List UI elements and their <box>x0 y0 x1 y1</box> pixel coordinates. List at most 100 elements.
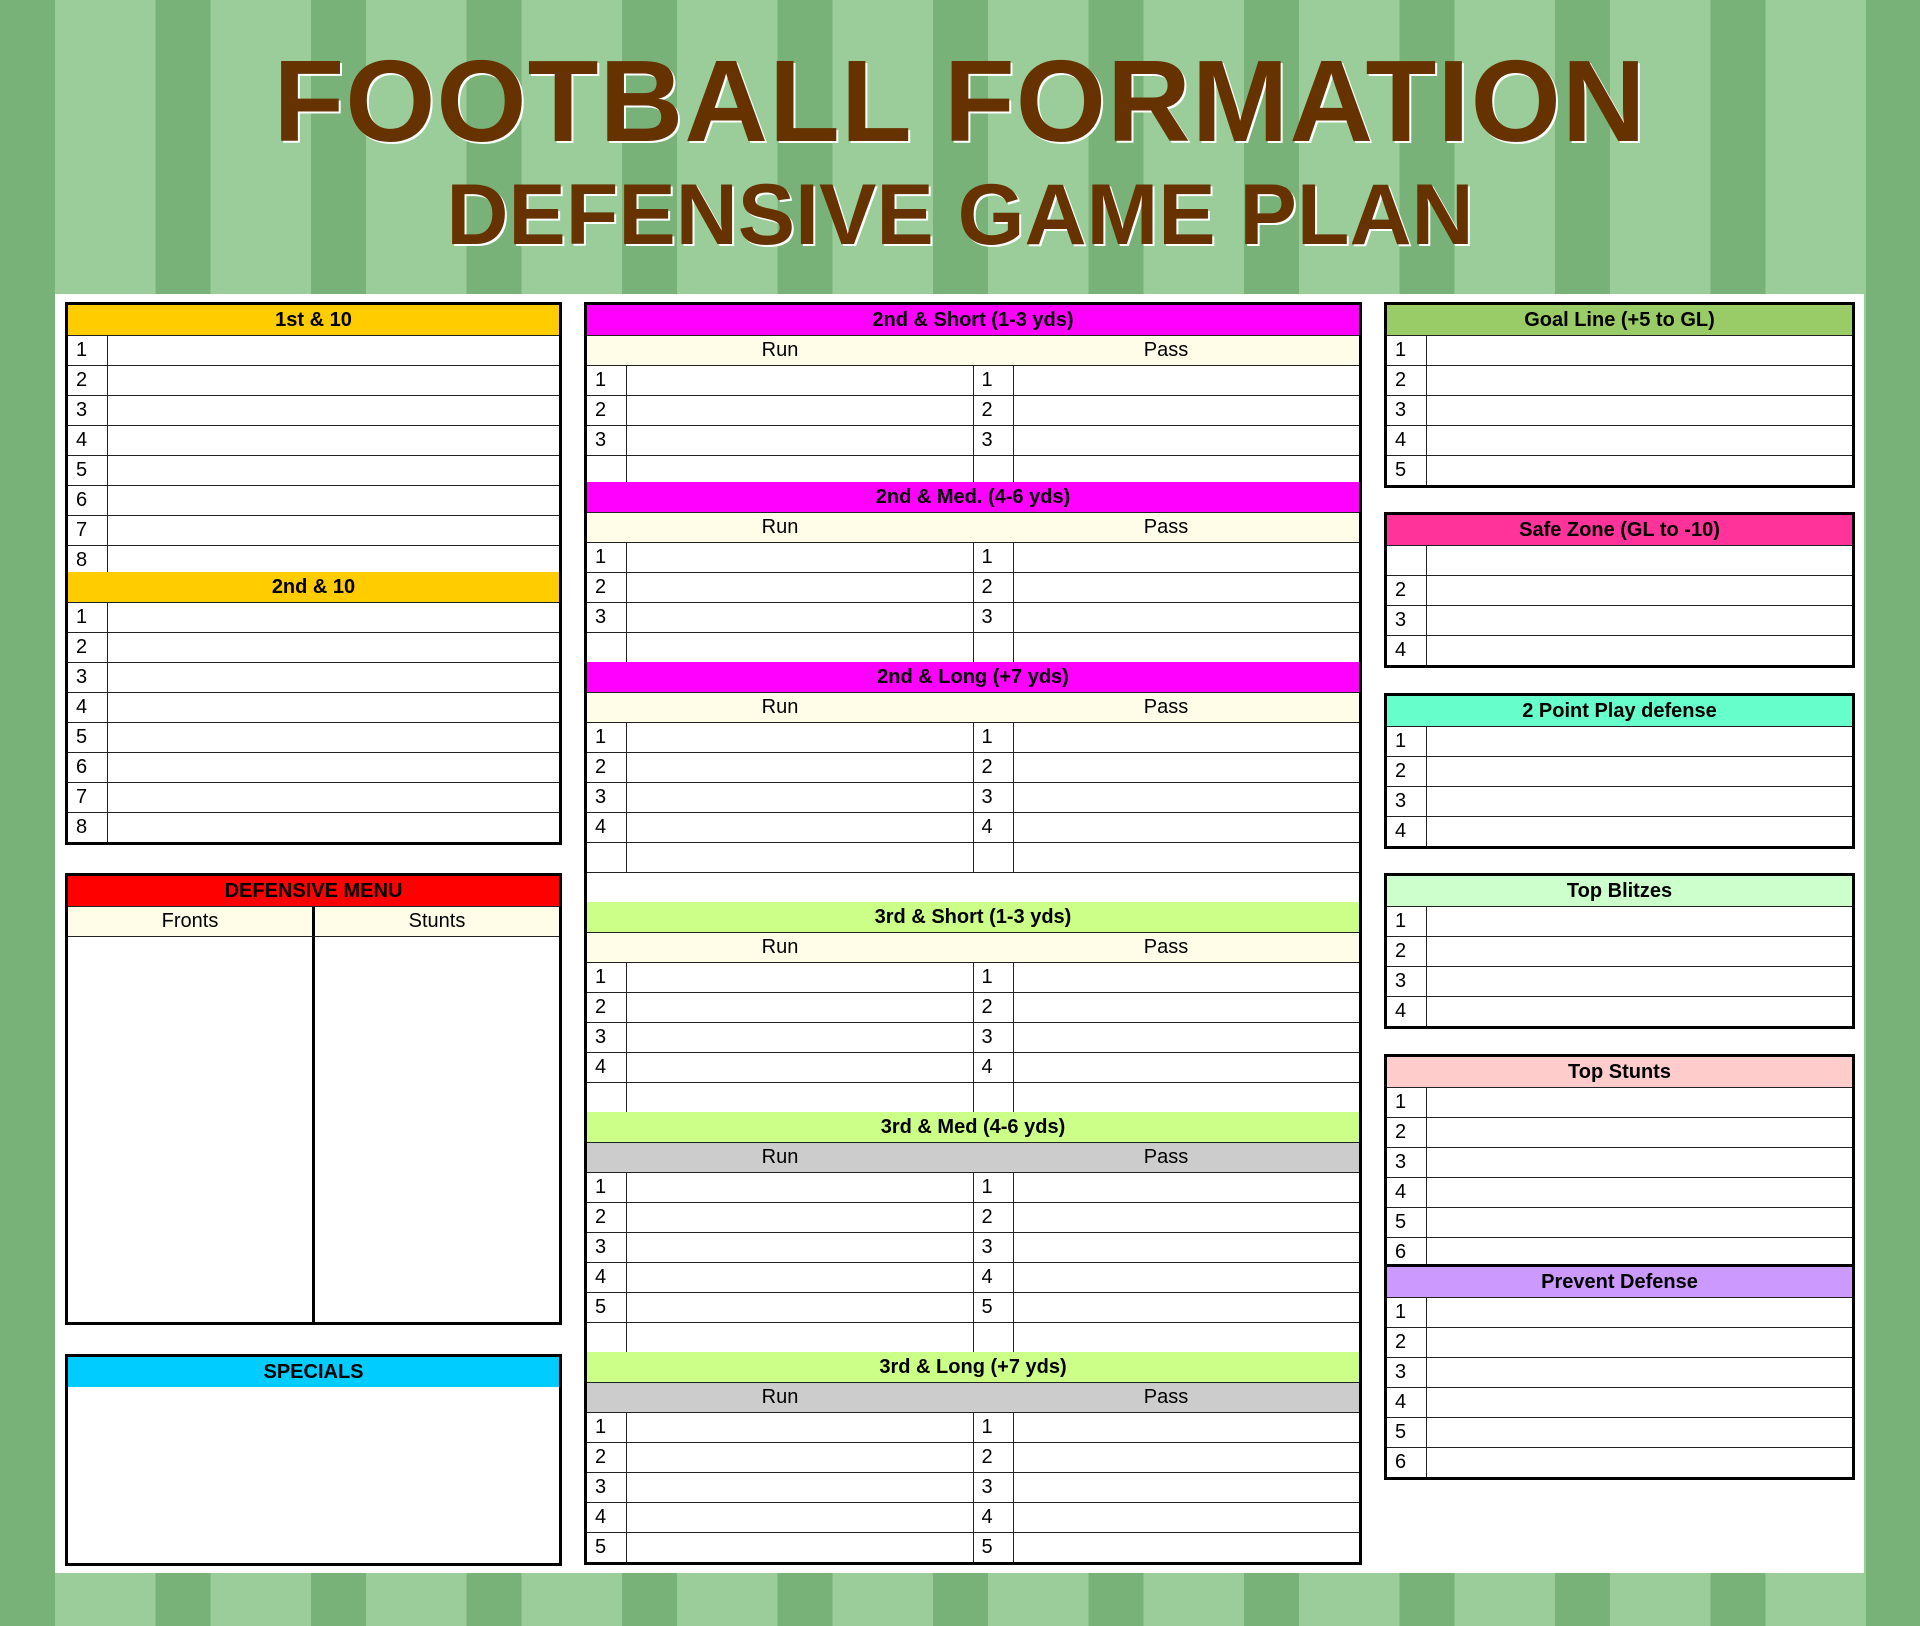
pass-entry-cell[interactable] <box>1014 813 1360 842</box>
entry-cell[interactable] <box>1427 1148 1852 1177</box>
pass-entry-cell[interactable] <box>1014 843 1360 872</box>
pass-entry-cell[interactable] <box>1014 783 1360 812</box>
pass-entry-cell[interactable] <box>1014 753 1360 782</box>
entry-cell[interactable] <box>1427 727 1852 756</box>
run-entry-cell[interactable] <box>627 426 973 455</box>
entry-cell[interactable] <box>108 456 559 485</box>
run-entry-cell[interactable] <box>627 456 973 485</box>
run-entry-cell[interactable] <box>627 543 973 572</box>
specials-area[interactable] <box>68 1387 559 1563</box>
run-entry-cell[interactable] <box>627 1323 973 1352</box>
entry-cell[interactable] <box>1427 546 1852 575</box>
pass-entry-cell[interactable] <box>1014 1413 1360 1442</box>
entry-cell[interactable] <box>108 336 559 365</box>
entry-cell[interactable] <box>108 723 559 752</box>
entry-cell[interactable] <box>108 783 559 812</box>
run-entry-cell[interactable] <box>627 813 973 842</box>
run-entry-cell[interactable] <box>627 1023 973 1052</box>
entry-cell[interactable] <box>1427 1388 1852 1417</box>
entry-cell[interactable] <box>1427 636 1852 665</box>
entry-cell[interactable] <box>108 396 559 425</box>
pass-entry-cell[interactable] <box>1014 1503 1360 1532</box>
entry-cell[interactable] <box>1427 1178 1852 1207</box>
fronts-area[interactable] <box>68 937 315 1322</box>
entry-cell[interactable] <box>108 693 559 722</box>
entry-cell[interactable] <box>108 426 559 455</box>
run-entry-cell[interactable] <box>627 366 973 395</box>
entry-cell[interactable] <box>1427 1298 1852 1327</box>
entry-cell[interactable] <box>1427 1088 1852 1117</box>
run-entry-cell[interactable] <box>627 843 973 872</box>
pass-entry-cell[interactable] <box>1014 993 1360 1022</box>
run-entry-cell[interactable] <box>627 1293 973 1322</box>
run-entry-cell[interactable] <box>627 573 973 602</box>
pass-entry-cell[interactable] <box>1014 1203 1360 1232</box>
pass-entry-cell[interactable] <box>1014 456 1360 485</box>
entry-cell[interactable] <box>1427 787 1852 816</box>
entry-cell[interactable] <box>1427 396 1852 425</box>
pass-entry-cell[interactable] <box>1014 366 1360 395</box>
pass-entry-cell[interactable] <box>1014 963 1360 992</box>
pass-entry-cell[interactable] <box>1014 1263 1360 1292</box>
run-entry-cell[interactable] <box>627 1233 973 1262</box>
entry-cell[interactable] <box>108 753 559 782</box>
run-entry-cell[interactable] <box>627 963 973 992</box>
run-entry-cell[interactable] <box>627 1473 973 1502</box>
entry-cell[interactable] <box>1427 937 1852 966</box>
entry-cell[interactable] <box>1427 606 1852 635</box>
pass-entry-cell[interactable] <box>1014 1443 1360 1472</box>
run-entry-cell[interactable] <box>627 1533 973 1562</box>
entry-cell[interactable] <box>1427 997 1852 1026</box>
pass-entry-cell[interactable] <box>1014 603 1360 632</box>
run-entry-cell[interactable] <box>627 603 973 632</box>
pass-entry-cell[interactable] <box>1014 1233 1360 1262</box>
entry-cell[interactable] <box>1427 817 1852 846</box>
pass-entry-cell[interactable] <box>1014 633 1360 662</box>
run-entry-cell[interactable] <box>627 1413 973 1442</box>
entry-cell[interactable] <box>108 486 559 515</box>
run-entry-cell[interactable] <box>627 723 973 752</box>
entry-cell[interactable] <box>1427 757 1852 786</box>
stunts-area[interactable] <box>315 937 559 1322</box>
entry-cell[interactable] <box>1427 576 1852 605</box>
pass-entry-cell[interactable] <box>1014 1293 1360 1322</box>
entry-cell[interactable] <box>1427 366 1852 395</box>
entry-cell[interactable] <box>108 546 559 575</box>
entry-cell[interactable] <box>1427 967 1852 996</box>
run-entry-cell[interactable] <box>627 1053 973 1082</box>
pass-entry-cell[interactable] <box>1014 723 1360 752</box>
entry-cell[interactable] <box>108 813 559 842</box>
entry-cell[interactable] <box>1427 1238 1852 1267</box>
run-entry-cell[interactable] <box>627 1203 973 1232</box>
pass-entry-cell[interactable] <box>1014 1053 1360 1082</box>
entry-cell[interactable] <box>108 366 559 395</box>
pass-entry-cell[interactable] <box>1014 1083 1360 1112</box>
entry-cell[interactable] <box>1427 1358 1852 1387</box>
entry-cell[interactable] <box>108 516 559 545</box>
pass-entry-cell[interactable] <box>1014 1473 1360 1502</box>
entry-cell[interactable] <box>1427 1418 1852 1447</box>
pass-entry-cell[interactable] <box>1014 1173 1360 1202</box>
entry-cell[interactable] <box>1427 1328 1852 1357</box>
entry-cell[interactable] <box>108 603 559 632</box>
run-entry-cell[interactable] <box>627 1503 973 1532</box>
run-entry-cell[interactable] <box>627 1263 973 1292</box>
entry-cell[interactable] <box>1427 456 1852 485</box>
run-entry-cell[interactable] <box>627 1173 973 1202</box>
entry-cell[interactable] <box>1427 1118 1852 1147</box>
pass-entry-cell[interactable] <box>1014 543 1360 572</box>
run-entry-cell[interactable] <box>627 1443 973 1472</box>
run-entry-cell[interactable] <box>627 633 973 662</box>
entry-cell[interactable] <box>108 663 559 692</box>
run-entry-cell[interactable] <box>627 783 973 812</box>
pass-entry-cell[interactable] <box>1014 1533 1360 1562</box>
pass-entry-cell[interactable] <box>1014 426 1360 455</box>
entry-cell[interactable] <box>1427 1208 1852 1237</box>
run-entry-cell[interactable] <box>627 993 973 1022</box>
entry-cell[interactable] <box>1427 426 1852 455</box>
entry-cell[interactable] <box>108 633 559 662</box>
entry-cell[interactable] <box>1427 907 1852 936</box>
pass-entry-cell[interactable] <box>1014 1323 1360 1352</box>
entry-cell[interactable] <box>1427 1448 1852 1477</box>
notes-row[interactable] <box>587 872 1359 902</box>
